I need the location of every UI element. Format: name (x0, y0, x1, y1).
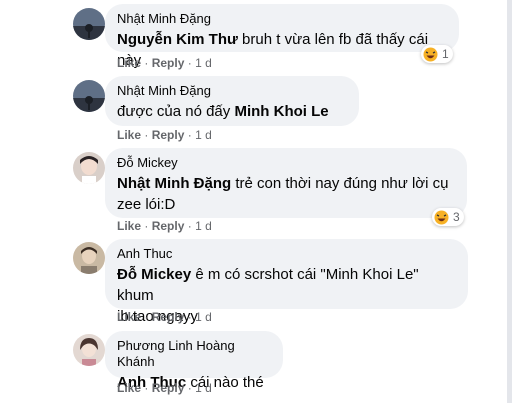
timestamp[interactable]: 1 d (195, 310, 212, 324)
avatar[interactable] (73, 152, 105, 184)
haha-emoji-icon (434, 210, 449, 224)
separator: · (144, 381, 149, 395)
separator: · (144, 128, 149, 142)
separator: · (187, 219, 192, 233)
timestamp[interactable]: 1 d (195, 128, 212, 142)
comment-actions: Like · Reply · 1 d (117, 218, 212, 234)
comment-author[interactable]: Anh Thuc (117, 246, 456, 262)
timestamp[interactable]: 1 d (195, 381, 212, 395)
comment-bubble: Anh Thuc Đỗ Mickey ê m có scrshot cái "M… (105, 239, 468, 325)
separator: · (144, 219, 149, 233)
comment-body-text: được của nó đấy (117, 103, 235, 120)
comment-bubble: Phương Linh Hoàng Khánh Anh Thuc cái nào… (105, 331, 283, 391)
avatar-image (73, 152, 105, 184)
comment-bubble: Nhật Minh Đặng được của nó đấy Minh Khoi… (105, 76, 359, 126)
separator: · (187, 310, 192, 324)
comment-bubble: Nhật Minh Đặng Nguyễn Kim Thư bruh t vừa… (105, 4, 459, 69)
like-link[interactable]: Like (117, 128, 141, 142)
avatar-image (73, 80, 105, 112)
reaction-badge[interactable]: 1 (421, 45, 453, 63)
mention-link[interactable]: Nguyễn Kim Thư (117, 31, 238, 48)
timestamp[interactable]: 1 d (195, 219, 212, 233)
avatar[interactable] (73, 242, 105, 274)
like-link[interactable]: Like (117, 219, 141, 233)
mention-link[interactable]: Minh Khoi Le (234, 103, 328, 120)
timestamp[interactable]: 1 d (195, 56, 212, 70)
comment-author[interactable]: Nhật Minh Đặng (117, 11, 447, 27)
comment-author[interactable]: Nhật Minh Đặng (117, 83, 347, 99)
scrollbar[interactable] (507, 0, 512, 403)
comment-bubble: Đỗ Mickey Nhật Minh Đặng trẻ con thời na… (105, 148, 467, 218)
reaction-badge[interactable]: 3 (432, 208, 464, 226)
comment-body-text: trẻ con thời nay đúng như lời cụ (231, 175, 449, 192)
comment-body-text: zee lói:D (117, 196, 176, 213)
comment-item: Nhật Minh Đặng được của nó đấy Minh Khoi… (0, 72, 505, 144)
separator: · (144, 56, 149, 70)
like-link[interactable]: Like (117, 310, 141, 324)
comment-item: Phương Linh Hoàng Khánh Anh Thuc cái nào… (0, 328, 505, 403)
comment-actions: Like · Reply · 1 d (117, 380, 212, 396)
reply-link[interactable]: Reply (152, 219, 185, 233)
avatar-image (73, 334, 105, 366)
separator: · (144, 310, 149, 324)
comment-actions: Like · Reply · 1 d (117, 127, 212, 143)
comment-text: Nhật Minh Đặng trẻ con thời nay đúng như… (117, 173, 455, 215)
haha-emoji-icon (423, 47, 438, 61)
comment-item: Đỗ Mickey Nhật Minh Đặng trẻ con thời na… (0, 144, 505, 236)
comment-actions: Like · Reply · 1 d (117, 309, 212, 325)
avatar-image (73, 8, 105, 40)
comment-text: được của nó đấy Minh Khoi Le (117, 101, 347, 122)
separator: · (187, 128, 192, 142)
reply-link[interactable]: Reply (152, 381, 185, 395)
reply-link[interactable]: Reply (152, 56, 185, 70)
reaction-count: 3 (453, 210, 460, 224)
comment-item: Nhật Minh Đặng Nguyễn Kim Thư bruh t vừa… (0, 0, 505, 72)
avatar[interactable] (73, 334, 105, 366)
reaction-count: 1 (442, 47, 449, 61)
separator: · (187, 381, 192, 395)
separator: · (187, 56, 192, 70)
reply-link[interactable]: Reply (152, 128, 185, 142)
reply-link[interactable]: Reply (152, 310, 185, 324)
mention-link[interactable]: Nhật Minh Đặng (117, 175, 231, 192)
comment-item: Anh Thuc Đỗ Mickey ê m có scrshot cái "M… (0, 236, 505, 328)
avatar[interactable] (73, 8, 105, 40)
avatar-image (73, 242, 105, 274)
like-link[interactable]: Like (117, 381, 141, 395)
mention-link[interactable]: Đỗ Mickey (117, 266, 191, 283)
comment-actions: Like · Reply · 1 d (117, 55, 212, 71)
avatar[interactable] (73, 80, 105, 112)
comment-author[interactable]: Phương Linh Hoàng Khánh (117, 338, 271, 370)
like-link[interactable]: Like (117, 56, 141, 70)
comment-author[interactable]: Đỗ Mickey (117, 155, 455, 171)
